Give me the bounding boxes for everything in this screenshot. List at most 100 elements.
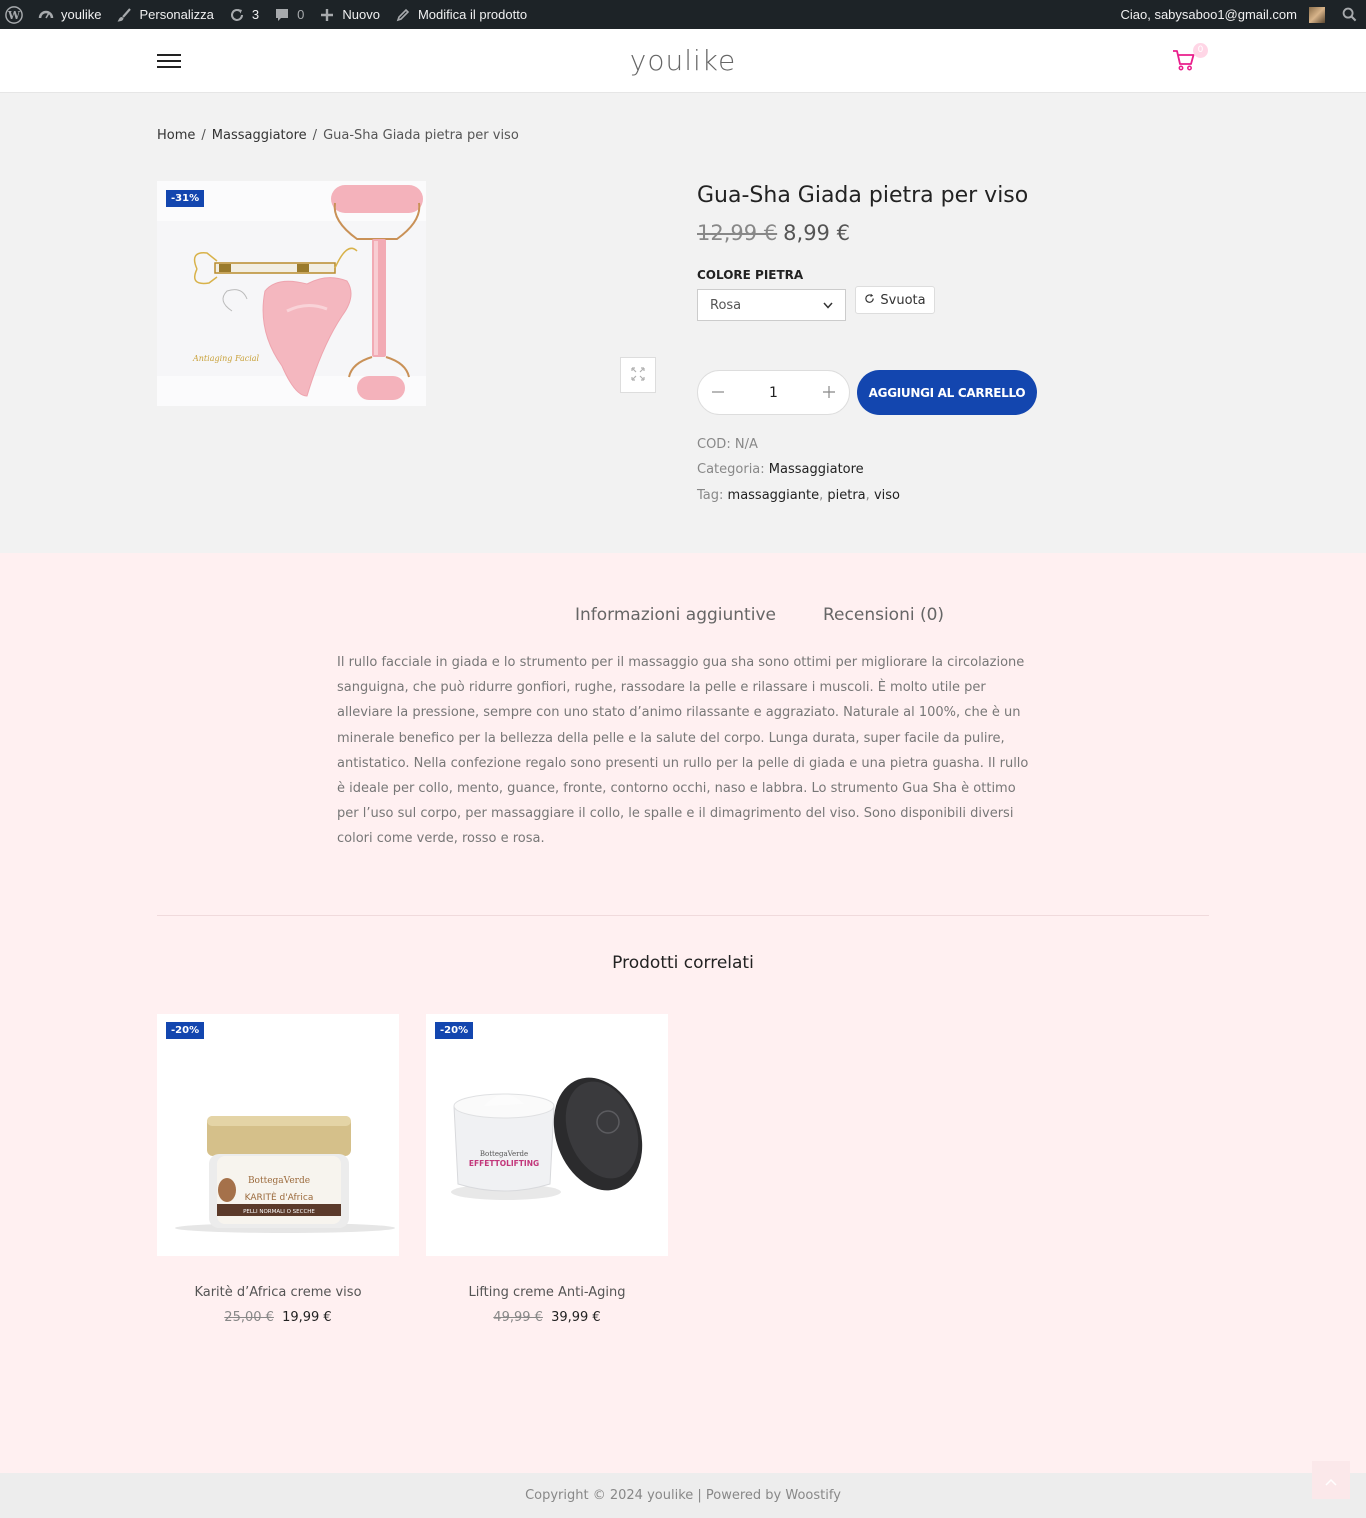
jar-line-label: EFFETTOLIFTING (469, 1159, 539, 1168)
site-name-link[interactable]: youlike (30, 0, 108, 29)
tab-additional-info[interactable]: Informazioni aggiuntive (575, 605, 776, 625)
cart-count-badge: 0 (1193, 43, 1208, 58)
brush-icon (115, 6, 133, 24)
jar-line-label: KARITÈ d'Africa (245, 1191, 314, 1203)
product-title: Gua-Sha Giada pietra per viso (697, 183, 1029, 208)
stone-color-select[interactable]: Rosa (697, 289, 846, 321)
quantity-decrease-button[interactable] (710, 382, 726, 403)
cart-icon (1172, 50, 1196, 75)
pencil-icon (394, 6, 412, 24)
breadcrumb-category[interactable]: Massaggiatore (212, 128, 307, 143)
sku-label: COD: (697, 437, 731, 452)
tag-link-viso[interactable]: viso (874, 488, 900, 503)
greeting-label: Ciao, sabysaboo1@gmail.com (1120, 7, 1297, 22)
related-product-name[interactable]: Karitè d’Africa creme viso (157, 1285, 399, 1300)
jar-brand-label: BottegaVerde (480, 1150, 528, 1158)
avatar (1309, 6, 1325, 23)
sale-badge: -31% (166, 190, 205, 207)
related-products-title: Prodotti correlati (612, 953, 754, 973)
plus-icon (318, 6, 336, 24)
breadcrumb-separator: / (312, 128, 318, 143)
category-link[interactable]: Massaggiatore (769, 462, 864, 477)
category-label: Categoria: (697, 462, 765, 477)
add-to-cart-button[interactable]: AGGIUNGI AL CARRELLO (857, 370, 1037, 415)
tab-reviews[interactable]: Recensioni (0) (823, 605, 944, 625)
old-price: 25,00 € (224, 1310, 274, 1325)
old-price: 49,99 € (493, 1310, 543, 1325)
related-product-card: BottegaVerde EFFETTOLIFTING -20% Lifting… (426, 1014, 668, 1325)
dashboard-icon (37, 6, 55, 24)
product-tabs-section: Informazioni aggiuntive Recensioni (0) I… (0, 553, 1366, 1473)
svg-text:W: W (7, 9, 21, 22)
jar-brand-label: BottegaVerde (248, 1176, 310, 1186)
menu-toggle-button[interactable] (157, 54, 181, 68)
karite-cream-jar-image: BottegaVerde KARITÈ d'Africa PELLI NORMA… (157, 1014, 399, 1256)
sale-price: 19,99 € (282, 1310, 332, 1325)
gallery-zoom-button[interactable] (620, 357, 656, 393)
sku-value: N/A (734, 437, 758, 452)
customize-label: Personalizza (139, 7, 214, 22)
new-label: Nuovo (342, 7, 380, 22)
menu-icon-line (157, 66, 181, 68)
site-name-label: youlike (61, 7, 102, 22)
admin-bar: W youlike Personalizza 3 0 Nuovo Modific… (0, 0, 1366, 29)
sale-price: 8,99 € (783, 221, 850, 245)
tags-label: Tag: (697, 488, 724, 503)
site-header: youlike 0 (0, 29, 1366, 93)
new-content-link[interactable]: Nuovo (311, 0, 387, 29)
my-account-link[interactable]: Ciao, sabysaboo1@gmail.com (1113, 0, 1333, 29)
product-gallery-image[interactable]: Antiaging Facial -31% (157, 181, 426, 406)
related-product-name[interactable]: Lifting creme Anti-Aging (426, 1285, 668, 1300)
breadcrumb-separator: / (201, 128, 206, 143)
menu-icon (157, 54, 181, 56)
reset-variations-button[interactable]: Svuota (855, 286, 935, 314)
breadcrumb: Home / Massaggiatore / Gua-Sha Giada pie… (157, 128, 519, 143)
wordpress-menu[interactable]: W (0, 0, 30, 29)
quantity-stepper: 1 (697, 370, 850, 415)
related-product-price: 25,00 € 19,99 € (157, 1310, 399, 1325)
quantity-input[interactable]: 1 (769, 385, 778, 401)
old-price: 12,99 € (697, 221, 778, 245)
menu-icon-line (157, 60, 181, 62)
product-category: Categoria: Massaggiatore (697, 462, 864, 477)
sale-price: 39,99 € (551, 1310, 601, 1325)
updates-count: 3 (251, 7, 260, 22)
arrow-up-icon (1325, 1471, 1337, 1490)
related-product-image[interactable]: BottegaVerde KARITÈ d'Africa PELLI NORMA… (157, 1014, 399, 1256)
attribute-label: COLORE PIETRA (697, 268, 804, 282)
gua-sha-roller-image: Antiaging Facial (157, 181, 426, 406)
related-product-image[interactable]: BottegaVerde EFFETTOLIFTING -20% (426, 1014, 668, 1256)
updates-link[interactable]: 3 (221, 0, 266, 29)
breadcrumb-current: Gua-Sha Giada pietra per viso (323, 128, 519, 143)
wordpress-icon: W (5, 5, 23, 24)
updates-icon (228, 6, 246, 24)
reset-label: Svuota (880, 292, 926, 308)
comments-count: 0 (297, 7, 305, 22)
quantity-increase-button[interactable] (821, 382, 837, 403)
sale-badge: -20% (166, 1022, 205, 1039)
logo-text: youlike (630, 44, 736, 77)
lifting-cream-jar-image: BottegaVerde EFFETTOLIFTING (426, 1014, 668, 1256)
tag-separator: , (865, 488, 870, 503)
reset-icon (864, 293, 875, 308)
tag-link-massaggiante[interactable]: massaggiante (728, 488, 820, 503)
zoom-icon (631, 366, 645, 385)
edit-product-label: Modifica il prodotto (417, 7, 528, 22)
cart-button[interactable]: 0 (1172, 43, 1208, 75)
scroll-to-top-button[interactable] (1312, 1461, 1350, 1499)
edit-product-link[interactable]: Modifica il prodotto (387, 0, 534, 29)
comments-link[interactable]: 0 (266, 0, 311, 29)
product-sku: COD: N/A (697, 437, 758, 452)
product-tags: Tag: massaggiante, pietra, viso (697, 488, 900, 503)
tag-separator: , (819, 488, 824, 503)
comment-icon (273, 6, 291, 24)
customize-link[interactable]: Personalizza (108, 0, 220, 29)
product-description: Il rullo facciale in giada e lo strument… (337, 655, 1029, 847)
site-logo[interactable]: youlike (630, 43, 736, 79)
search-icon (1340, 6, 1358, 24)
tag-link-pietra[interactable]: pietra (827, 488, 865, 503)
breadcrumb-home[interactable]: Home (157, 128, 195, 143)
related-product-card: BottegaVerde KARITÈ d'Africa PELLI NORMA… (157, 1014, 399, 1325)
admin-search-button[interactable] (1333, 0, 1366, 29)
related-product-price: 49,99 € 39,99 € (426, 1310, 668, 1325)
